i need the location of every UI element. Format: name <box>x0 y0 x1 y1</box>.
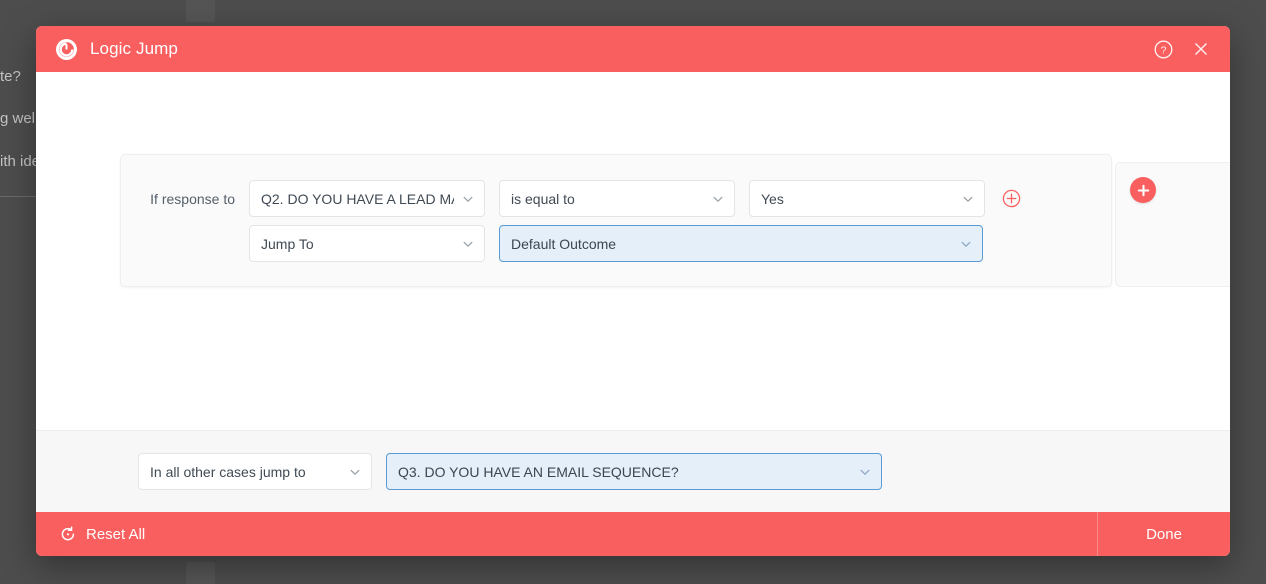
jump-target-select-value: Default Outcome <box>511 236 616 252</box>
operator-select[interactable]: is equal to <box>499 180 735 217</box>
fallback-action-select[interactable]: In all other cases jump to <box>138 453 372 490</box>
fallback-action-select-value: In all other cases jump to <box>150 464 306 480</box>
modal-footer: Reset All Done <box>36 512 1230 556</box>
if-response-to-label: If response to <box>121 191 249 207</box>
chevron-down-icon <box>712 193 724 205</box>
question-select[interactable]: Q2. DO YOU HAVE A LEAD MA <box>249 180 485 217</box>
jump-target-select[interactable]: Default Outcome <box>499 225 983 262</box>
svg-text:?: ? <box>1160 44 1166 56</box>
logic-jump-modal: Logic Jump ? <box>36 26 1230 556</box>
titlebar-actions: ? <box>1152 38 1212 60</box>
chevron-down-icon <box>960 238 972 250</box>
chevron-down-icon <box>349 466 361 478</box>
backdrop-text-fragment: g well <box>0 110 38 127</box>
backdrop-block <box>186 562 215 584</box>
help-circle-icon[interactable]: ? <box>1152 38 1174 60</box>
modal-body: If response to Q2. DO YOU HAVE A LEAD MA… <box>36 72 1230 430</box>
answer-select[interactable]: Yes <box>749 180 985 217</box>
backdrop-text-fragment: ith ide <box>0 153 40 170</box>
add-condition-button[interactable] <box>1130 177 1156 203</box>
action-select[interactable]: Jump To <box>249 225 485 262</box>
condition-card: If response to Q2. DO YOU HAVE A LEAD MA… <box>120 154 1112 287</box>
fallback-strip: In all other cases jump to Q3. DO YOU HA… <box>36 430 1230 512</box>
fallback-target-select-value: Q3. DO YOU HAVE AN EMAIL SEQUENCE? <box>398 464 679 480</box>
backdrop-block <box>186 0 215 22</box>
reset-all-label: Reset All <box>86 526 145 543</box>
logic-jump-logo-icon <box>56 39 77 60</box>
reset-counterclockwise-icon <box>60 526 76 542</box>
condition-row-action: Jump To Default Outcome <box>121 225 983 262</box>
fallback-target-select[interactable]: Q3. DO YOU HAVE AN EMAIL SEQUENCE? <box>386 453 882 490</box>
modal-titlebar: Logic Jump ? <box>36 26 1230 72</box>
chevron-down-icon <box>962 193 974 205</box>
chevron-down-icon <box>462 193 474 205</box>
operator-select-value: is equal to <box>511 191 575 207</box>
chevron-down-icon <box>462 238 474 250</box>
question-select-value: Q2. DO YOU HAVE A LEAD MA <box>261 191 454 207</box>
close-icon[interactable] <box>1190 38 1212 60</box>
done-button[interactable]: Done <box>1097 512 1230 556</box>
action-select-value: Jump To <box>261 236 314 252</box>
backdrop-divider <box>0 196 40 197</box>
chevron-down-icon <box>859 466 871 478</box>
answer-select-value: Yes <box>761 191 784 207</box>
condition-row-primary: If response to Q2. DO YOU HAVE A LEAD MA… <box>121 180 1021 217</box>
page-title: Logic Jump <box>90 39 178 59</box>
backdrop-text-fragment: te? <box>0 68 21 85</box>
plus-circle-outline-icon[interactable] <box>1001 189 1021 209</box>
reset-all-button[interactable]: Reset All <box>36 512 1097 556</box>
